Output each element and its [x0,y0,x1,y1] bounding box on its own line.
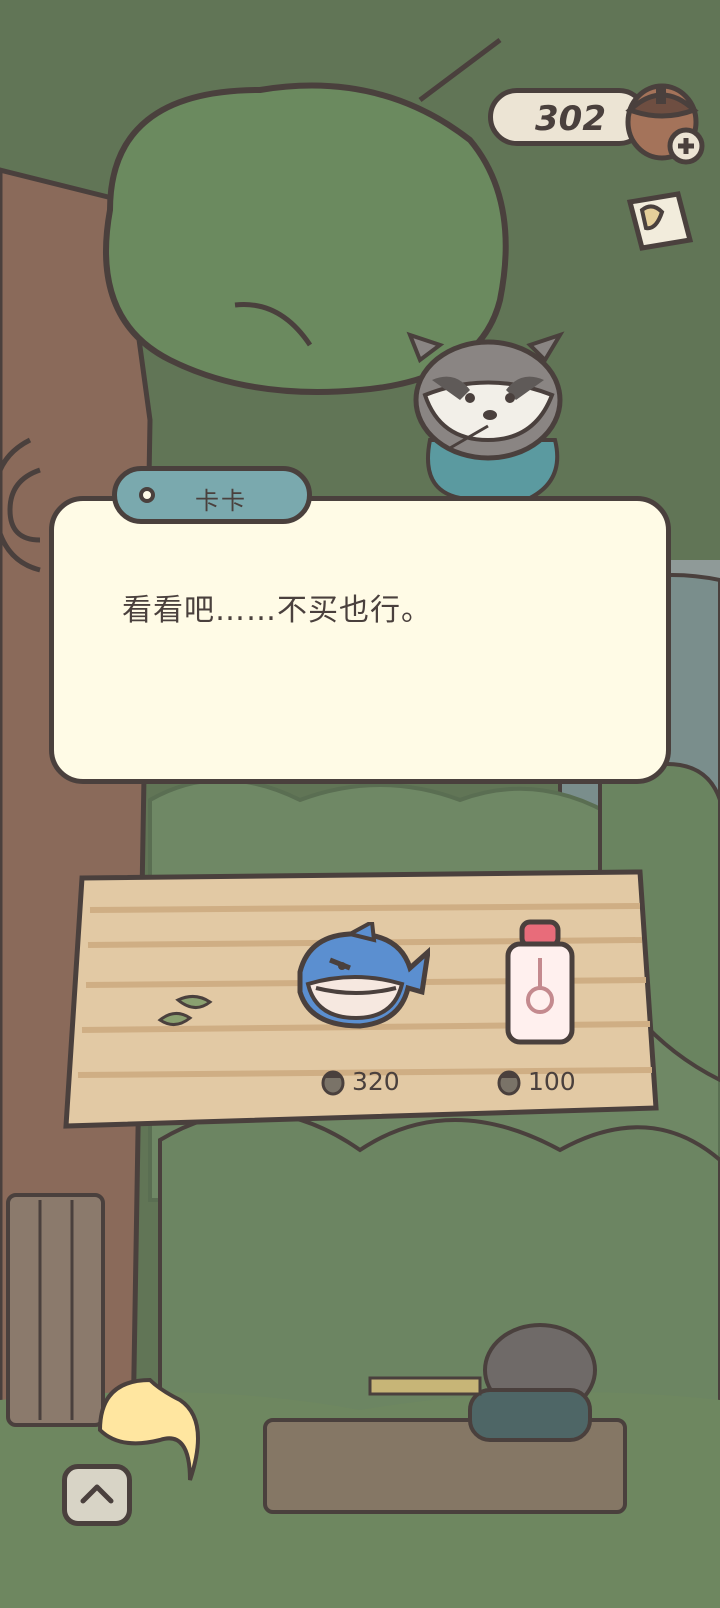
shop-item-glass-bottle[interactable] [500,918,580,1048]
game-screen: 302 看看吧……不买也行。 卡卡 320 100 [0,0,720,1608]
expand-button[interactable] [62,1464,132,1526]
speaker-name: 卡卡 [195,487,247,515]
shark-toy-icon [297,918,432,1029]
acorn-icon [321,1070,345,1096]
dialog-box[interactable]: 看看吧……不买也行。 [49,496,671,784]
acorn-icon [497,1070,521,1096]
acorn-count: 302 [535,99,606,139]
acorn-plus-icon[interactable] [620,70,710,174]
speaker-name-tab: 卡卡 [112,466,312,524]
item-price-2: 100 [496,1066,576,1096]
chevron-up-icon [80,1484,114,1504]
shop-item-shark-toy[interactable] [290,918,432,1042]
item-price-value: 100 [528,1066,576,1096]
speaker-dot-icon [139,487,155,503]
item-price-1: 320 [320,1066,400,1096]
forest-scene [0,0,720,1608]
dialog-text: 看看吧……不买也行。 [122,593,432,628]
item-price-value: 320 [352,1066,400,1096]
notebook-icon[interactable] [620,182,700,266]
glass-bottle-icon [505,919,575,1045]
